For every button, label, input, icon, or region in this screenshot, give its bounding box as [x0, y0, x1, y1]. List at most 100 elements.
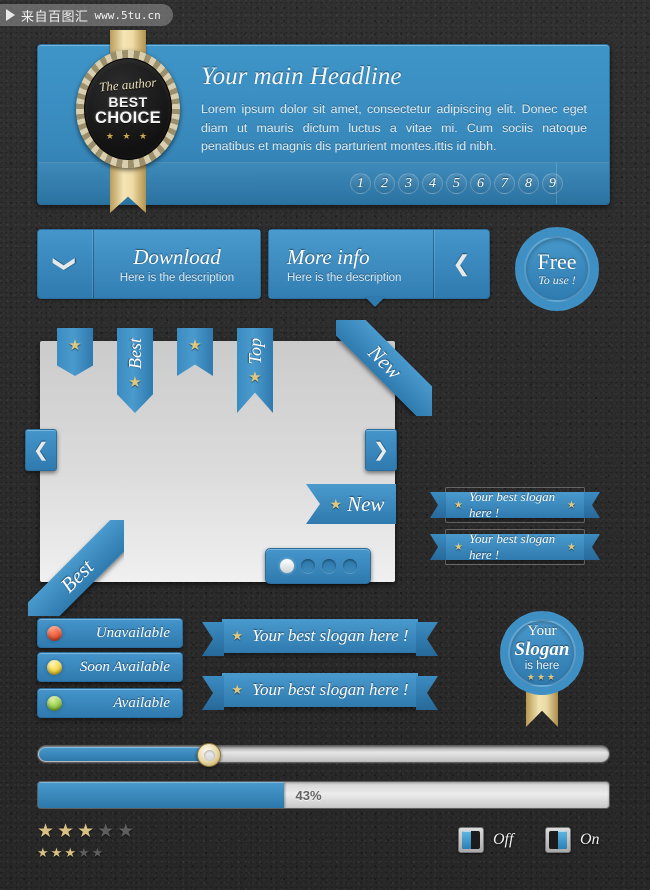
progress-label: 43% — [295, 787, 322, 803]
pagination[interactable]: 1 2 3 4 5 6 7 8 9 — [350, 173, 563, 194]
toggle-switch-on[interactable] — [545, 827, 571, 853]
carousel-dot[interactable] — [321, 559, 336, 573]
play-triangle-icon — [6, 9, 15, 21]
slogan-banner-large[interactable]: ★ Your best slogan here ! — [222, 673, 418, 707]
free-badge-line1: Free — [537, 248, 577, 274]
toggle-gap — [549, 831, 558, 849]
toggle-knob — [462, 831, 471, 849]
header-paragraph: Lorem ipsum dolor sit amet, consectetur … — [201, 102, 587, 153]
status-label: Soon Available — [79, 658, 170, 675]
prev-arrow-button[interactable]: ❮ — [25, 429, 57, 471]
badge-script-line: The author — [98, 74, 158, 94]
status-led-icon — [47, 659, 62, 675]
pagination-item[interactable]: 3 — [398, 173, 419, 194]
range-slider[interactable] — [37, 743, 610, 767]
pagination-item[interactable]: 8 — [518, 173, 539, 194]
pagination-item[interactable]: 6 — [470, 173, 491, 194]
free-badge[interactable]: Free To use ! — [515, 227, 599, 311]
toggle-on-group[interactable]: On — [545, 827, 600, 853]
download-button[interactable]: ❯ Download Here is the description — [37, 229, 261, 299]
slogan-banner-inner: ★ Your best slogan here ! ★ — [445, 529, 585, 565]
download-expand-toggle[interactable]: ❯ — [38, 230, 94, 298]
star-filled-icon[interactable]: ★ — [37, 820, 54, 843]
star-icon: ★ — [231, 628, 244, 643]
star-icon: ★ — [128, 374, 142, 391]
carousel-dot[interactable] — [342, 559, 357, 573]
slogan-banner-inner: ★ Your best slogan here ! ★ — [445, 487, 585, 523]
badge-disc: The author BEST CHOICE ★ ★ ★ — [84, 58, 172, 160]
download-button-content[interactable]: Download Here is the description — [94, 230, 260, 298]
next-arrow-button[interactable]: ❯ — [365, 429, 397, 471]
star-icon: ★ — [567, 541, 576, 553]
more-info-subtitle: Here is the description — [287, 271, 402, 284]
star-empty-icon[interactable]: ★ — [117, 820, 134, 843]
status-badge-available[interactable]: Available — [37, 688, 183, 718]
star-icon: ★ — [248, 369, 262, 387]
slogan-text: Your best slogan here ! — [468, 531, 556, 562]
slogan-badge[interactable]: Your Slogan is here ★★★ — [500, 611, 584, 727]
watermark-url: www.5tu.cn — [94, 8, 161, 22]
slogan-banner-small[interactable]: ★ Your best slogan here ! ★ — [445, 487, 585, 523]
slider-handle[interactable] — [197, 743, 222, 767]
toggle-label-on: On — [580, 831, 600, 848]
status-badge-soon-available[interactable]: Soon Available — [37, 652, 183, 682]
star-icon: ★ — [567, 499, 576, 511]
progress-fill — [38, 782, 284, 808]
badge-stars: ★ ★ ★ — [105, 130, 151, 141]
slogan-banner-inner: ★ Your best slogan here ! — [231, 626, 408, 646]
pagination-item[interactable]: 9 — [542, 173, 563, 194]
corner-ribbon-best-label: Best — [28, 520, 124, 616]
pagination-item[interactable]: 7 — [494, 173, 515, 194]
star-icon: ★ — [68, 337, 82, 354]
star-filled-icon[interactable]: ★ — [77, 820, 94, 843]
corner-ribbon-new: New — [336, 320, 432, 416]
badge-line-best: BEST — [108, 93, 148, 110]
status-badge-unavailable[interactable]: Unavailable — [37, 618, 183, 648]
toggle-knob — [558, 831, 567, 849]
bookmark-label: Top — [244, 338, 265, 365]
watermark: 来自百图汇 www.5tu.cn — [0, 4, 173, 26]
rating-stars-small[interactable]: ★ ★ ★ ★ ★ — [37, 845, 103, 861]
star-filled-icon[interactable]: ★ — [64, 845, 76, 861]
pagination-item[interactable]: 1 — [350, 173, 371, 194]
toggle-switch-off[interactable] — [458, 827, 484, 853]
toggle-label-off: Off — [493, 831, 514, 848]
pagination-item[interactable]: 4 — [422, 173, 443, 194]
more-info-back-toggle[interactable]: ❮ — [433, 230, 489, 298]
pagination-item[interactable]: 2 — [374, 173, 395, 194]
toggle-track — [462, 831, 480, 849]
slogan-banner-small[interactable]: ★ Your best slogan here ! ★ — [445, 529, 585, 565]
slogan-badge-line3: is here — [524, 659, 560, 672]
slogan-banner-large[interactable]: ★ Your best slogan here ! — [222, 619, 418, 653]
toggle-off-group[interactable]: Off — [458, 827, 513, 853]
status-led-icon — [47, 625, 62, 641]
status-label: Available — [113, 694, 170, 711]
more-info-button-content[interactable]: More info Here is the description — [269, 230, 433, 298]
star-empty-icon[interactable]: ★ — [97, 820, 114, 843]
toggle-track — [549, 831, 567, 849]
carousel-dot[interactable] — [300, 559, 315, 573]
more-info-button[interactable]: ❮ More info Here is the description — [268, 229, 490, 307]
download-title: Download — [133, 244, 221, 269]
star-filled-icon[interactable]: ★ — [57, 820, 74, 843]
watermark-cn-text: 来自百图汇 — [21, 8, 89, 24]
slogan-text: Your best slogan here ! — [468, 489, 556, 520]
tooltip-pointer — [365, 297, 385, 307]
star-filled-icon[interactable]: ★ — [37, 845, 49, 861]
star-empty-icon[interactable]: ★ — [78, 845, 90, 861]
download-subtitle: Here is the description — [119, 271, 235, 284]
carousel-dot-active[interactable] — [279, 559, 294, 573]
toggle-gap — [471, 831, 480, 849]
pagination-item[interactable]: 5 — [446, 173, 467, 194]
badge-line-choice: CHOICE — [95, 108, 161, 127]
author-badge: The author BEST CHOICE ★ ★ ★ — [76, 30, 180, 213]
slider-fill — [39, 747, 211, 761]
chevron-left-icon: ❮ — [452, 251, 471, 276]
star-empty-icon[interactable]: ★ — [92, 845, 104, 861]
rating-stars-large[interactable]: ★ ★ ★ ★ ★ — [37, 820, 134, 843]
corner-ribbon-best: Best — [28, 520, 124, 616]
carousel-dots[interactable] — [265, 548, 371, 584]
status-label: Unavailable — [95, 624, 170, 641]
star-filled-icon[interactable]: ★ — [51, 845, 63, 861]
flag-label: New — [347, 491, 385, 516]
